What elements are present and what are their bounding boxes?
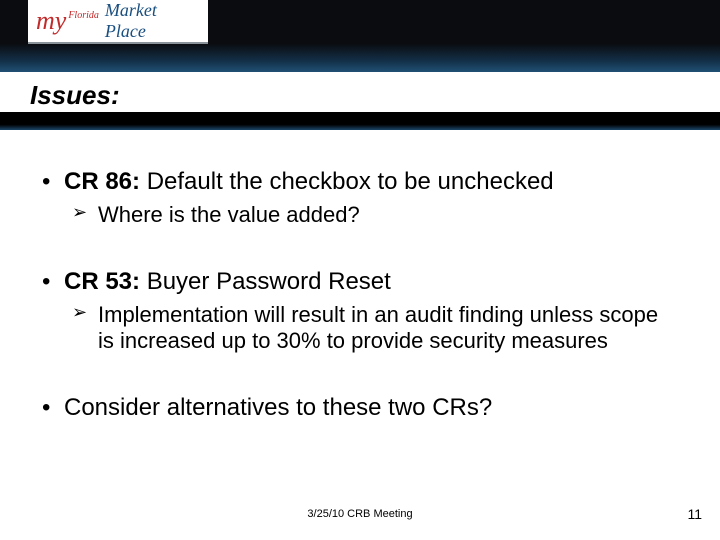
bullet-cr86-label: CR 86: [64,168,140,195]
bullet-cr86-sub: Where is the value added? [72,202,678,228]
bullet-cr53-sub: Implementation will result in an audit f… [72,302,678,355]
bullet-consider: Consider alternatives to these two CRs? [42,394,678,422]
logo: my Florida Market Place [28,0,208,44]
footer-date: 3/25/10 CRB Meeting [0,508,720,520]
header-band: my Florida Market Place [0,0,720,72]
bullet-cr53-text: Buyer Password Reset [140,268,391,295]
title-underline [0,112,720,130]
bullet-cr53: CR 53: Buyer Password Reset [42,268,678,296]
logo-my: my [36,6,68,36]
logo-florida: Florida [68,10,105,21]
footer-page-number: 11 [687,506,702,522]
bullet-cr53-label: CR 53: [64,268,140,295]
content-area: CR 86: Default the checkbox to be unchec… [42,150,678,422]
logo-marketplace: Market Place [105,0,200,42]
slide-title: Issues: [30,80,120,111]
bullet-cr86: CR 86: Default the checkbox to be unchec… [42,168,678,196]
bullet-consider-text: Consider alternatives to these two CRs? [64,394,492,421]
bullet-cr86-text: Default the checkbox to be unchecked [140,168,554,195]
